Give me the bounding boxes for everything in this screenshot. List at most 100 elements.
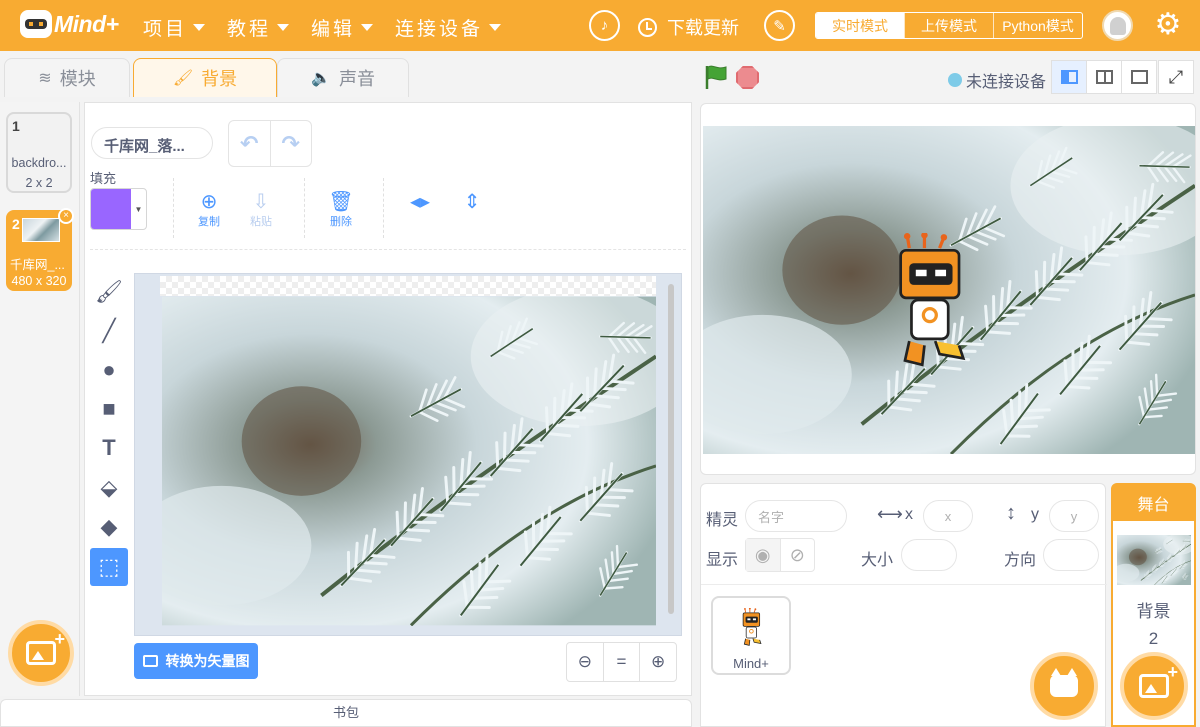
convert-to-vector-button[interactable]: 转换为矢量图 [134,643,258,679]
sprite-name-input[interactable]: 名字 [745,500,847,532]
eye-off-icon[interactable]: ⊘ [781,539,815,571]
fullscreen-button[interactable]: ⤢ [1158,60,1194,94]
chevron-down-icon [193,24,206,31]
layout-small-icon [1060,70,1078,84]
horizontal-arrows-icon: ⟷ [877,504,903,524]
canvas-checkerboard [160,276,656,296]
x-label: x [905,506,913,523]
backdrop-item-selected[interactable]: 2 × 千库网_... 480 x 320 [6,208,74,291]
eraser-icon[interactable]: ◆ [90,508,128,546]
copy-button[interactable]: ⊕ 复制 [186,189,232,229]
fill-color-swatch [91,189,131,229]
image-icon [142,655,158,667]
select-icon[interactable]: ⬚ [90,548,128,586]
backdrop-list: 1 backdro... 2 x 2 2 × 千库网_... 480 x 320 [0,102,80,696]
copy-icon: ⊕ [200,191,218,213]
chevron-down-icon [277,24,290,31]
extension-icon[interactable]: ♪ [589,10,620,41]
close-icon[interactable]: × [58,208,74,224]
visibility-toggle: ◉ ⊘ [745,538,815,572]
delete-button[interactable]: 🗑 删除 [318,189,364,229]
line-icon[interactable]: ╱ [90,312,128,350]
sprite-item[interactable]: Mind+ [711,596,791,675]
rectangle-icon[interactable]: ■ [90,390,128,428]
vertical-scrollbar[interactable] [668,284,674,614]
backpack-bar[interactable]: 书包 [0,699,692,727]
backdrop-item[interactable]: 1 backdro... 2 x 2 [6,112,72,193]
backdrop-image [162,296,656,626]
sprite-label: 精灵 [706,512,739,529]
direction-label: 方向 [1004,552,1037,569]
show-label: 显示 [706,552,739,569]
x-input[interactable]: x [923,500,973,532]
stop-icon[interactable] [736,66,759,89]
text-icon[interactable]: T [90,429,128,467]
tab-sounds[interactable]: 🔈 声音 [277,58,409,97]
chevron-down-icon [361,24,374,31]
add-sprite-button[interactable] [1030,652,1098,720]
python-mode-button[interactable]: Python模式 [993,13,1082,38]
small-stage-layout-button[interactable] [1051,60,1087,94]
speaker-icon: 🔈 [311,70,331,87]
divider [383,178,384,238]
backdrop-name-input[interactable]: 千库网_落... [91,127,213,159]
direction-input[interactable] [1043,539,1099,571]
size-label: 大小 [861,552,894,569]
brush-icon[interactable]: 🖌 [90,273,128,311]
sprite-thumbnail [742,608,762,646]
robot-logo-icon [20,10,52,38]
zoom-in-icon[interactable]: ⊕ [639,643,676,681]
fullscreen-icon: ⤢ [1168,66,1184,87]
divider [173,178,174,238]
circle-icon[interactable]: ● [90,351,128,389]
paste-icon: ⇩ [252,191,270,213]
menu-edit[interactable]: 编辑 [311,14,374,41]
tab-blocks[interactable]: ≋ 模块 [4,58,130,97]
clock-icon [638,17,657,37]
paint-editor: 千库网_落... ↶ ↷ 填充 ▼ ⊕ 复制 ⇩ 粘贴 🗑 删除 ◂▸ ⇕ 🖌 ╱ ●… [84,102,692,696]
layout-large-icon [1130,70,1148,84]
mode-switch: 实时模式 上传模式 Python模式 [815,12,1083,39]
menu-project[interactable]: 项目 [143,14,206,41]
fill-color-picker[interactable]: ▼ [90,188,147,230]
large-stage-layout-button[interactable] [1121,60,1157,94]
add-backdrop-button[interactable] [8,620,74,686]
menu-bar: Mind+ 项目 教程 编辑 连接设备 ♪ 下载更新 ✎ 实时模式 上传模式 P… [0,0,1200,51]
backdrop-size: 480 x 320 [11,274,67,288]
zoom-out-icon[interactable]: ⊖ [567,643,603,681]
tab-backdrops[interactable]: 🖌 背景 [133,58,277,97]
divider [304,178,305,238]
backdrop-name: backdro... [11,156,67,170]
flip-vertical-icon[interactable]: ⇕ [449,189,495,213]
backdrop-count: 2 [1148,629,1159,648]
eye-icon[interactable]: ◉ [746,539,781,571]
feedback-edit-icon[interactable]: ✎ [764,10,795,41]
flip-horizontal-icon[interactable]: ◂▸ [397,189,443,213]
fill-icon[interactable]: ⬙ [90,469,128,507]
size-input[interactable] [901,539,957,571]
user-avatar[interactable] [1102,10,1133,41]
menu-tutorial[interactable]: 教程 [227,14,290,41]
menu-connect-device[interactable]: 连接设备 [395,14,502,41]
download-update-button[interactable]: 下载更新 [638,14,739,40]
sprite-name: Mind+ [733,656,769,671]
mind-plus-logo[interactable]: Mind+ [20,10,119,38]
mind-plus-robot-sprite[interactable] [895,233,969,367]
backdrop-name: 千库网_... [10,258,65,272]
zoom-reset-button[interactable]: = [602,643,640,681]
stage-header: 舞台 [1113,485,1194,521]
redo-icon[interactable]: ↷ [271,121,312,166]
upload-mode-button[interactable]: 上传模式 [904,13,993,38]
normal-stage-layout-button[interactable] [1086,60,1122,94]
y-input[interactable]: y [1049,500,1099,532]
paste-button[interactable]: ⇩ 粘贴 [238,189,284,229]
chevron-down-icon [489,24,502,31]
undo-icon[interactable]: ↶ [229,121,271,166]
zoom-controls: ⊖ = ⊕ [566,642,677,682]
realtime-mode-button[interactable]: 实时模式 [816,13,904,38]
green-flag-icon[interactable] [703,64,729,90]
gear-icon[interactable]: ⚙ [1153,10,1183,40]
vertical-arrows-icon: ↕ [1006,502,1016,524]
choose-backdrop-button[interactable] [1120,652,1188,720]
paint-canvas[interactable] [134,273,682,636]
